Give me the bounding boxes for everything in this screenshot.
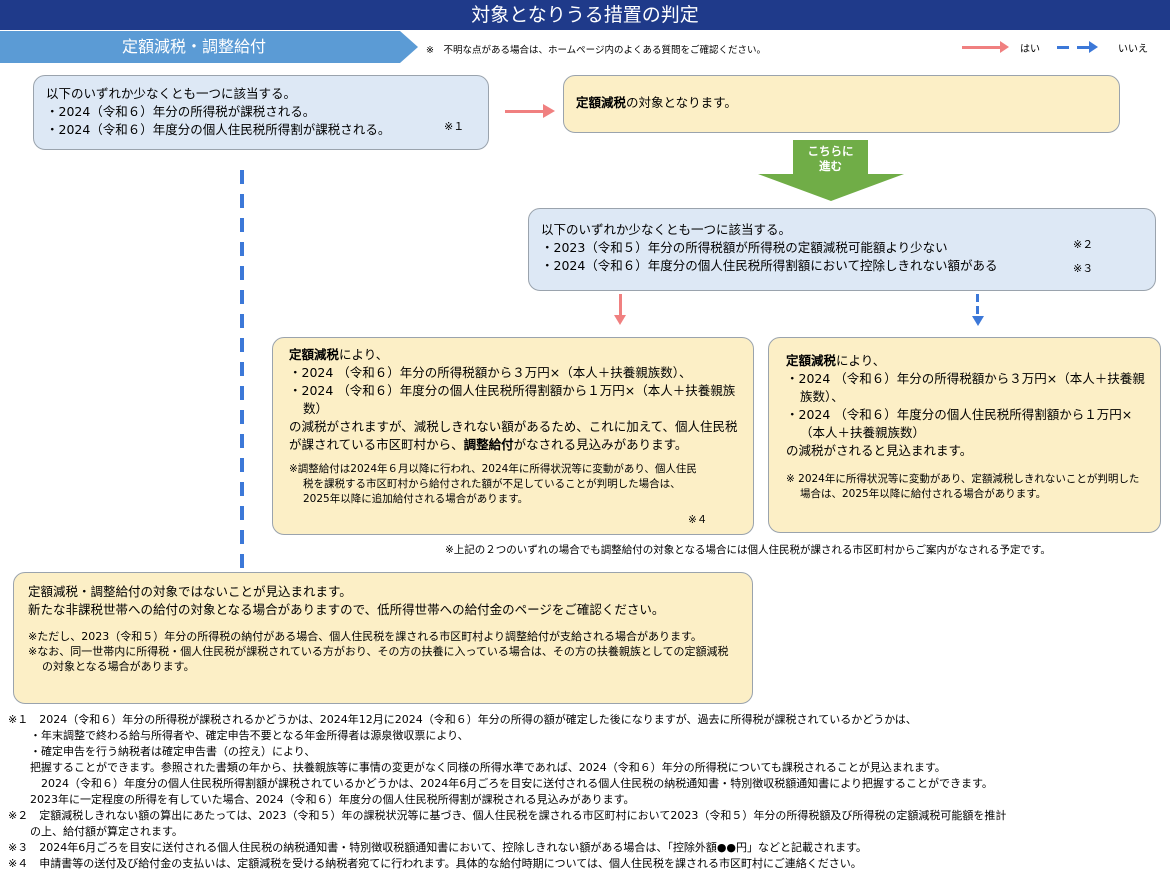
proceed-arrowhead-icon	[758, 174, 904, 201]
yes-down-arrowhead-icon	[614, 315, 626, 325]
adjustment-benefit-label: 調整給付	[463, 437, 514, 452]
reduction-item-income-tax: ・2024 （令和６）年分の所得税額から３万円×（本人＋扶養親族数）、	[786, 371, 1145, 404]
footnote-line: ※１ 2024（令和６）年分の所得税が課税されるかどうかは、2024年12月に2…	[8, 713, 917, 726]
footnote-line: ※２ 定額減税しきれない額の算出にあたっては、2023（令和５）年の課税状況等に…	[8, 809, 1007, 822]
legend-no-arrowhead-icon	[1089, 41, 1098, 53]
footnote-line: 把握することができます。参照された書類の年から、扶養親族等に事情の変更がなく同様…	[8, 761, 946, 774]
condition-2-item-income-tax: ・2023（令和５）年分の所得税額が所得税の定額減税可能額より少ない	[541, 240, 948, 255]
condition-box-2: 以下のいずれか少なくとも一つに該当する。 ・2023（令和５）年分の所得税額が所…	[528, 208, 1156, 291]
condition-2-heading: 以下のいずれか少なくとも一つに該当する。	[541, 222, 792, 237]
result-box-flat-reduction: 定額減税の対象となります。	[563, 75, 1120, 133]
footnote-ref-2: ※２	[1073, 238, 1094, 251]
footnote-line: ※３ 2024年6月ごろを目安に送付される個人住民税の納税通知書・特別徴収税額通…	[8, 841, 867, 854]
footnote-line: ※４ 申請書等の送付及び給付金の支払いは、定額減税を受ける納税者宛てに行われます…	[8, 857, 862, 870]
proceed-label-line2: 進む	[819, 159, 842, 173]
reduction-item-resident-tax: ・2024 （令和６）年度分の個人住民税所得割額から１万円×（本人＋扶養親族数）	[786, 407, 1133, 440]
condition-1-item-resident-tax: ・2024（令和６）年度分の個人住民税所得割が課税される。	[46, 122, 391, 137]
flat-reduction-label: 定額減税	[289, 347, 340, 362]
reduction-note: ※ 2024年に所得状況等に変動があり、定額減税しきれないことが判明した場合は、…	[786, 473, 1140, 500]
footnote-line: ・確定申告を行う納税者は確定申告書（の控え）により、	[8, 745, 316, 758]
footnote-line: の上、給付額が算定されます。	[8, 825, 183, 838]
exception-note-1: ※ただし、2023（令和５）年分の所得税の納付がある場合、個人住民税を課される市…	[28, 630, 702, 643]
result-box-adjustment-benefit: 定額減税により、 ・2024 （令和６）年分の所得税額から３万円×（本人＋扶養親…	[272, 337, 754, 535]
legend-yes-arrow-icon	[962, 46, 1002, 49]
result-text: の対象となります。	[626, 95, 737, 110]
faq-note: ※ 不明な点がある場合は、ホームページ内のよくある質問をご確認ください。	[426, 45, 766, 56]
intro-text: により、	[836, 353, 886, 368]
reduction-item-income-tax: ・2024 （令和６）年分の所得税額から３万円×（本人＋扶養親族数）、	[289, 365, 692, 380]
section-tab: 定額減税・調整給付	[0, 31, 400, 63]
legend-yes-label: はい	[1020, 44, 1040, 55]
flat-reduction-label: 定額減税	[786, 353, 837, 368]
footnote-ref-4: ※４	[688, 514, 708, 526]
not-eligible-text: 定額減税・調整給付の対象ではないことが見込まれます。	[28, 584, 352, 599]
footnote-ref-3: ※３	[1073, 262, 1094, 275]
exception-note-2: ※なお、同一世帯内に所得税・個人住民税が課税されている方がおり、その方の扶養に入…	[28, 645, 729, 673]
condition-box-1: 以下のいずれか少なくとも一つに該当する。 ・2024（令和６）年分の所得税が課税…	[33, 75, 489, 150]
low-income-benefit-text: 新たな非課税世帯への給付の対象となる場合がありますので、低所得世帯への給付金のペ…	[28, 602, 665, 617]
no-down-arrowhead-icon	[972, 316, 984, 326]
adjustment-note: ※調整給付は2024年６月以降に行われ、2024年に所得状況等に変動があり、個人…	[289, 463, 697, 505]
page-title: 対象となりうる措置の判定	[0, 0, 1170, 30]
no-down-arrow-icon	[976, 294, 979, 316]
section-tab-arrow	[400, 31, 418, 63]
condition-2-item-resident-tax: ・2024（令和６）年度分の個人住民税所得割額において控除しきれない額がある	[541, 258, 998, 273]
legend-no-label: いいえ	[1118, 44, 1148, 55]
guidance-note: ※上記の２つのいずれの場合でも調整給付の対象となる場合には個人住民税が課される市…	[445, 544, 1051, 556]
reduction-item-resident-tax: ・2024 （令和６）年度分の個人住民税所得割額から１万円×（本人＋扶養親族数）	[289, 383, 736, 416]
condition-1-item-income-tax: ・2024（令和６）年分の所得税が課税される。	[46, 104, 316, 119]
flat-reduction-label: 定額減税	[576, 95, 627, 110]
yes-down-arrow-icon	[619, 294, 622, 316]
proceed-label-line1: こちらに	[807, 144, 854, 158]
footnote-line: 2023年に一定程度の所得を有していた場合、2024（令和６）年度分の個人住民税…	[8, 793, 635, 806]
yes-arrowhead-icon	[543, 104, 555, 118]
intro-text: により、	[339, 347, 389, 362]
condition-1-heading: 以下のいずれか少なくとも一つに該当する。	[46, 86, 297, 101]
result-box-not-eligible: 定額減税・調整給付の対象ではないことが見込まれます。 新たな非課税世帯への給付の…	[13, 572, 753, 704]
footnote-line: 2024（令和６）年度分の個人住民税所得割額が課税されているかどうかは、2024…	[8, 777, 993, 790]
footnote-ref-1: ※１	[444, 120, 465, 133]
yes-arrow-icon	[505, 110, 545, 113]
body-text: の減税がされると見込まれます。	[786, 443, 973, 458]
legend-yes-arrowhead-icon	[1000, 41, 1009, 53]
result-box-reduction-only: 定額減税により、 ・2024 （令和６）年分の所得税額から３万円×（本人＋扶養親…	[768, 337, 1161, 533]
no-path-dashed-line	[240, 170, 244, 572]
body-text-end: がなされる見込みがあります。	[513, 437, 688, 452]
footnote-line: ・年末調整で終わる給与所得者や、確定申告不要となる年金所得者は源泉徴収票により、	[8, 729, 469, 742]
proceed-label: こちらに 進む	[793, 144, 868, 174]
